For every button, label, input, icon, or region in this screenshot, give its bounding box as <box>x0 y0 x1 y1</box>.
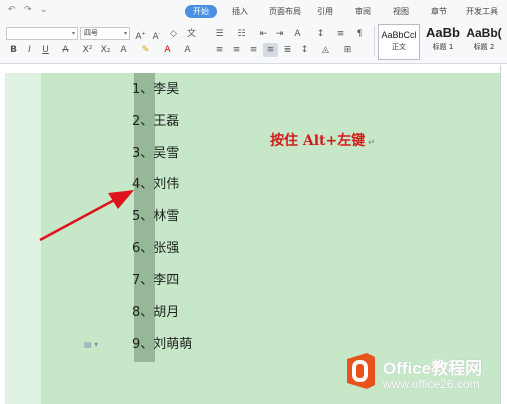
list-name: 李四 <box>153 273 180 288</box>
italic-icon[interactable]: I <box>22 43 37 57</box>
watermark-title: Office教程网 <box>383 359 483 378</box>
grow-font-icon[interactable]: A+ <box>133 27 148 42</box>
list-number: 2、 <box>132 114 154 129</box>
style-heading-2-label: 标题 2 <box>473 43 495 51</box>
clear-format-icon[interactable]: ◇ <box>166 27 181 41</box>
list-name: 王磊 <box>153 114 180 129</box>
tab-review[interactable]: 审阅 <box>352 5 374 18</box>
style-heading-1-preview: AaBb <box>426 25 460 40</box>
list-number: 7、 <box>132 273 154 288</box>
list-name: 刘伟 <box>153 177 180 192</box>
list-item[interactable]: 5、林雪 <box>132 207 179 227</box>
chevron-down-icon: ▾ <box>123 30 127 37</box>
distributed-align-icon[interactable]: ≣ <box>280 43 295 57</box>
left-margin-area <box>5 73 41 404</box>
list-item[interactable]: 4、刘伟 <box>132 175 179 195</box>
red-arrow-icon <box>39 190 134 242</box>
list-item[interactable]: 7、李四 <box>132 271 179 291</box>
tab-insert[interactable]: 插入 <box>228 5 252 18</box>
shrink-font-icon[interactable]: A- <box>149 27 164 42</box>
highlight-icon[interactable]: ✎ <box>138 43 153 57</box>
ribbon-separator <box>374 26 375 56</box>
tab-developer[interactable]: 开发工具 <box>464 5 500 18</box>
font-name-dropdown[interactable]: ▾ <box>6 27 78 40</box>
decrease-indent-icon[interactable]: ⇤ <box>256 27 271 41</box>
quick-access-chevron-icon[interactable]: ⌄ <box>40 5 48 15</box>
phonetic-icon[interactable]: 文 <box>184 27 199 41</box>
watermark: Office教程网 www.office26.com <box>343 352 503 398</box>
tab-page-layout[interactable]: 页面布局 <box>262 5 308 18</box>
list-item[interactable]: 2、王磊 <box>132 112 179 132</box>
align-left-icon[interactable]: ≡ <box>212 43 227 57</box>
ribbon-tab-bar: ↶ ↷ ⌄ 开始 插入 页面布局 引用 审阅 视图 章节 开发工具 <box>0 0 507 22</box>
style-heading-1[interactable]: AaBb 标题 1 <box>422 24 464 60</box>
list-name: 刘萌萌 <box>153 337 193 352</box>
list-name: 李昊 <box>153 82 180 97</box>
sort-icon[interactable]: ↕ <box>313 27 328 41</box>
list-item[interactable]: 8、胡月 <box>132 303 179 323</box>
paste-options-icon[interactable]: ▤ ▾ <box>84 340 100 350</box>
list-name: 吴雪 <box>153 146 180 161</box>
ribbon-row-font-top: ▾ 四号 ▾ A+ A- ◇ 文 ☰ ☷ ⇤ ⇥ A ↕ ≡ ¶ <box>0 27 375 44</box>
underline-icon[interactable]: U <box>38 43 53 57</box>
list-item[interactable]: 9、刘萌萌 <box>132 335 192 355</box>
list-item[interactable]: 3、吴雪 <box>132 144 179 164</box>
tab-home[interactable]: 开始 <box>185 5 217 18</box>
strikethrough-icon[interactable]: A <box>58 43 73 57</box>
watermark-url: www.office26.com <box>383 377 480 391</box>
style-normal-preview: AaBbCcl <box>381 30 417 40</box>
list-number: 1、 <box>132 82 154 97</box>
align-right-icon[interactable]: ≡ <box>246 43 261 57</box>
office-logo-icon <box>347 353 375 389</box>
style-normal-label: 正文 <box>392 43 406 51</box>
chevron-down-icon: ▾ <box>71 30 75 37</box>
bold-icon[interactable]: B <box>6 43 21 57</box>
list-item[interactable]: 6、张强 <box>132 239 179 259</box>
ribbon-toolbar: ↶ ↷ ⌄ 开始 插入 页面布局 引用 审阅 视图 章节 开发工具 ▾ 四号 ▾ … <box>0 0 507 64</box>
align-justify-icon[interactable]: ≡ <box>263 43 278 57</box>
tab-chapter[interactable]: 章节 <box>428 5 450 18</box>
font-size-value: 四号 <box>84 29 98 37</box>
list-number: 8、 <box>132 305 154 320</box>
list-number: 9、 <box>132 337 154 352</box>
font-size-dropdown[interactable]: 四号 ▾ <box>80 27 130 40</box>
list-name: 张强 <box>153 241 180 256</box>
list-item[interactable]: 1、李昊 <box>132 80 179 100</box>
borders-icon[interactable]: ⊞ <box>340 43 355 57</box>
bullet-list-icon[interactable]: ☰ <box>212 27 227 41</box>
char-shading-icon[interactable]: A <box>180 43 195 57</box>
line-spacing-icon[interactable]: ↕ <box>297 43 312 57</box>
align-center-icon[interactable]: ≡ <box>229 43 244 57</box>
tab-references[interactable]: 引用 <box>314 5 336 18</box>
shading-icon[interactable]: ◬ <box>318 43 333 57</box>
line-spacing-icon[interactable]: ≡ <box>333 27 348 41</box>
numbered-list-icon[interactable]: ☷ <box>234 27 249 41</box>
superscript-icon[interactable]: X² <box>80 43 95 57</box>
subscript-icon[interactable]: X₂ <box>98 43 113 57</box>
undo-icon[interactable]: ↶ <box>8 5 16 15</box>
redo-icon[interactable]: ↷ <box>24 5 32 15</box>
style-heading-1-label: 标题 1 <box>432 43 454 51</box>
list-number: 3、 <box>132 146 154 161</box>
list-name: 林雪 <box>153 209 180 224</box>
style-heading-2-preview: AaBb( <box>466 26 502 40</box>
increase-indent-icon[interactable]: ⇥ <box>272 27 287 41</box>
ribbon-row-font-bottom: B I U A X² X₂ A ✎ A A ≡ ≡ ≡ ≡ ≣ ↕ ◬ ⊞ <box>0 43 375 60</box>
paragraph-mark-icon: ↵ <box>368 138 376 148</box>
tab-view[interactable]: 视图 <box>390 5 412 18</box>
chinese-layout-icon[interactable]: A <box>290 27 305 41</box>
style-normal[interactable]: AaBbCcl 正文 <box>378 24 420 60</box>
show-marks-icon[interactable]: ¶ <box>352 27 367 41</box>
instruction-annotation: 按住 Alt+左键 <box>270 133 366 149</box>
list-name: 胡月 <box>153 305 180 320</box>
font-color-icon[interactable]: A <box>160 43 175 57</box>
style-heading-2[interactable]: AaBb( 标题 2 <box>464 24 504 60</box>
text-effect-icon[interactable]: A <box>116 43 131 57</box>
